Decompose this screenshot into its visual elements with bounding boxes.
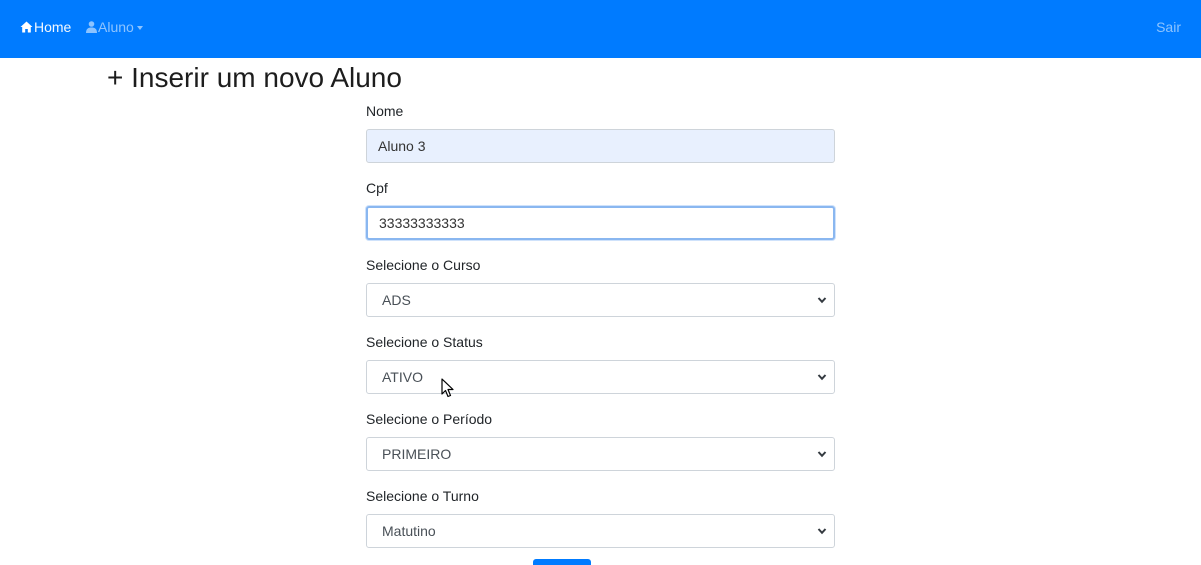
insert-student-form: Nome Cpf Selecione o Curso ADS Selecione…: [366, 100, 835, 562]
turno-label: Selecione o Turno: [366, 488, 479, 504]
cpf-input[interactable]: [366, 206, 835, 240]
status-select[interactable]: ATIVO: [366, 360, 835, 394]
turno-group: Selecione o Turno Matutino: [366, 485, 835, 562]
home-icon: [20, 21, 33, 33]
nome-label: Nome: [366, 103, 404, 119]
cpf-group: Cpf: [366, 177, 835, 254]
nav-home-link[interactable]: Home: [20, 18, 71, 36]
top-navbar: Home Aluno Sair: [0, 0, 1201, 58]
logout-link[interactable]: Sair: [1156, 18, 1181, 36]
curso-group: Selecione o Curso ADS: [366, 254, 835, 331]
nav-aluno-dropdown[interactable]: Aluno: [86, 18, 143, 36]
curso-selected-value: ADS: [366, 283, 835, 317]
status-selected-value: ATIVO: [366, 360, 835, 394]
submit-button[interactable]: [533, 559, 591, 565]
cpf-label: Cpf: [366, 180, 388, 196]
chevron-down-icon: [817, 297, 827, 304]
nome-group: Nome: [366, 100, 835, 177]
nome-input[interactable]: [366, 129, 835, 163]
status-label: Selecione o Status: [366, 334, 483, 350]
curso-select[interactable]: ADS: [366, 283, 835, 317]
chevron-down-icon: [817, 374, 827, 381]
status-group: Selecione o Status ATIVO: [366, 331, 835, 408]
user-icon: [86, 21, 97, 33]
curso-label: Selecione o Curso: [366, 257, 481, 273]
turno-selected-value: Matutino: [366, 514, 835, 548]
periodo-selected-value: PRIMEIRO: [366, 437, 835, 471]
periodo-label: Selecione o Período: [366, 411, 493, 427]
chevron-down-icon: [817, 451, 827, 458]
turno-select[interactable]: Matutino: [366, 514, 835, 548]
page-title: + Inserir um novo Aluno: [107, 62, 402, 93]
chevron-down-icon: [817, 528, 827, 535]
periodo-group: Selecione o Período PRIMEIRO: [366, 408, 835, 485]
caret-down-icon: [136, 25, 143, 30]
nav-home-label: Home: [34, 19, 72, 35]
periodo-select[interactable]: PRIMEIRO: [366, 437, 835, 471]
nav-aluno-label: Aluno: [98, 19, 134, 35]
